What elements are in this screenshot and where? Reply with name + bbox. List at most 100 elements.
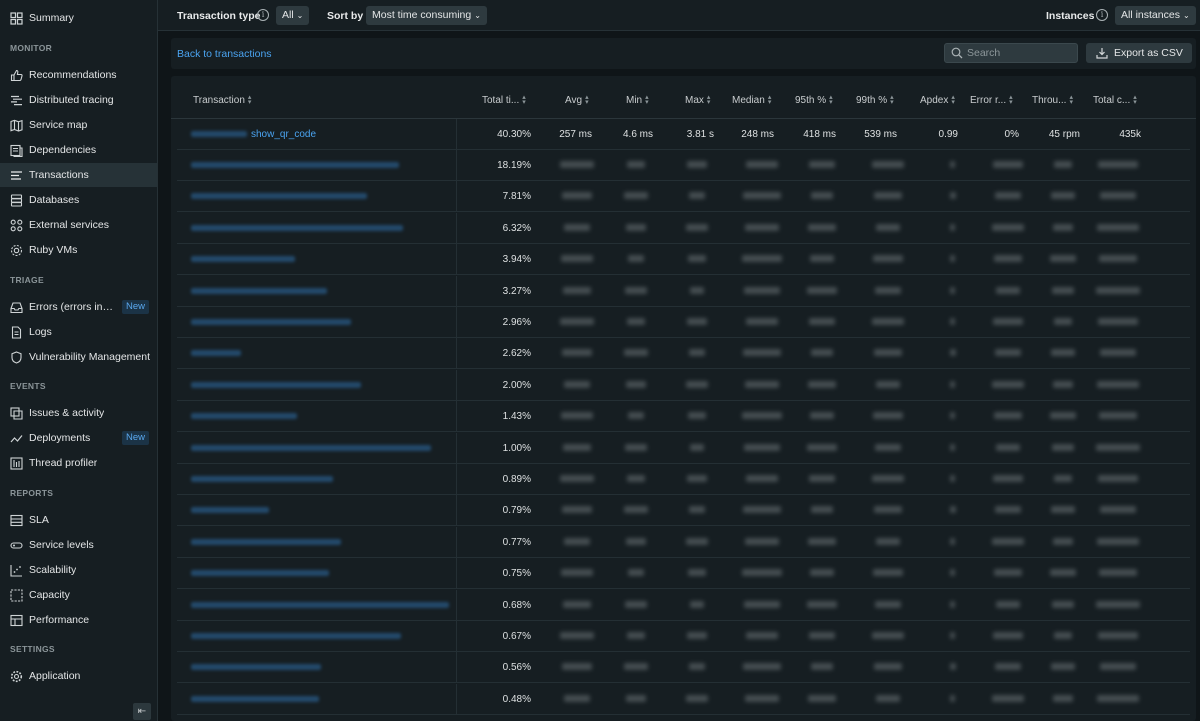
redacted-transaction-link[interactable] <box>191 350 241 357</box>
column-header-avg[interactable]: Avg ▴ ▾ <box>565 94 589 106</box>
column-header-min[interactable]: Min ▴ ▾ <box>626 94 649 106</box>
sidebar-item-service-map[interactable]: Service map <box>0 113 157 137</box>
export-csv-button[interactable]: Export as CSV <box>1086 43 1192 63</box>
redacted-transaction-link[interactable] <box>191 507 269 514</box>
table-row[interactable]: 2.96% <box>177 307 1190 338</box>
table-row[interactable]: 0.67% <box>177 621 1190 652</box>
redacted-transaction-link[interactable] <box>191 695 319 702</box>
table-row[interactable]: 3.94% <box>177 244 1190 276</box>
table-row[interactable]: 0.77% <box>177 526 1190 558</box>
redacted-value <box>687 318 707 325</box>
sidebar-item-thread-profiler[interactable]: Thread profiler <box>0 451 157 475</box>
info-icon[interactable]: i <box>257 9 269 21</box>
total-time-cell: 3.27% <box>502 285 531 297</box>
redacted-transaction-link[interactable] <box>191 319 351 325</box>
column-header-total-calls[interactable]: Total c... ▴ ▾ <box>1093 94 1137 106</box>
sidebar-item-service-levels[interactable]: Service levels <box>0 533 157 557</box>
sidebar-item-transactions[interactable]: Transactions <box>0 163 157 187</box>
table-row[interactable]: 7.81% <box>177 181 1190 213</box>
redacted-transaction-link[interactable] <box>191 162 399 168</box>
sidebar-item-application[interactable]: Application <box>0 664 157 688</box>
redacted-transaction-link[interactable] <box>191 224 403 231</box>
sort-icon: ▴ ▾ <box>247 94 252 107</box>
table-row[interactable]: 18.19% <box>177 150 1190 181</box>
sidebar-item-scalability[interactable]: Scalability <box>0 558 157 582</box>
table-row[interactable]: show_qr_code 40.30% 257 ms 4.6 ms 3.81 s… <box>177 119 1190 150</box>
redacted-transaction-link[interactable] <box>191 601 449 608</box>
sidebar-item-recommendations[interactable]: Recommendations <box>0 63 157 87</box>
transaction-type-dropdown[interactable]: All ⌄ <box>276 6 310 25</box>
column-header-95th[interactable]: 95th % ▴ ▾ <box>795 94 833 106</box>
redacted-transaction-link[interactable] <box>191 570 329 577</box>
info-icon[interactable]: i <box>1096 9 1108 21</box>
redacted-value <box>1050 255 1076 263</box>
sidebar-item-deployments[interactable]: Deployments New <box>0 426 157 450</box>
redacted-value <box>995 349 1021 357</box>
sidebar-item-sla[interactable]: SLA <box>0 508 157 532</box>
sidebar-item-dependencies[interactable]: Dependencies <box>0 138 157 162</box>
table-row[interactable]: 3.27% <box>177 275 1190 307</box>
search-input[interactable] <box>944 43 1078 63</box>
sidebar-item-databases[interactable]: Databases <box>0 188 157 212</box>
column-header-total-time[interactable]: Total ti... ▴ ▾ <box>482 94 526 106</box>
transaction-name-link[interactable]: show_qr_code <box>251 129 316 140</box>
table-row[interactable]: 2.00% <box>177 369 1190 401</box>
download-icon <box>1096 48 1108 59</box>
redacted-value <box>808 223 836 231</box>
table-row[interactable]: 0.75% <box>177 558 1190 590</box>
redacted-value <box>996 600 1020 608</box>
redacted-value <box>993 475 1023 482</box>
sidebar-item-vulnerability-management[interactable]: Vulnerability Management <box>0 345 157 369</box>
redacted-value <box>690 286 704 294</box>
column-header-median[interactable]: Median ▴ ▾ <box>732 94 771 106</box>
redacted-transaction-link[interactable] <box>191 193 367 200</box>
sidebar-item-ruby-vms[interactable]: Ruby VMs <box>0 238 157 262</box>
instances-dropdown[interactable]: All instances ⌄ <box>1115 6 1196 25</box>
sidebar-item-external-services[interactable]: External services <box>0 213 157 237</box>
redacted-value <box>688 412 706 420</box>
redacted-value <box>1053 694 1073 702</box>
table-row[interactable]: 6.32% <box>177 212 1190 244</box>
column-header-apdex[interactable]: Apdex ▴ ▾ <box>920 94 955 106</box>
column-header-error-rate[interactable]: Error r... ▴ ▾ <box>970 94 1013 106</box>
table-row[interactable]: 0.79% <box>177 495 1190 527</box>
table-row[interactable]: 0.56% <box>177 652 1190 684</box>
table-row[interactable]: 0.48% <box>177 683 1190 715</box>
redacted-value <box>809 318 835 325</box>
redacted-value <box>873 412 903 420</box>
redacted-transaction-link[interactable] <box>191 538 341 545</box>
sidebar-item-logs[interactable]: Logs <box>0 320 157 344</box>
redacted-value <box>811 192 833 200</box>
redacted-value <box>995 192 1021 200</box>
capacity-icon <box>10 588 23 602</box>
redacted-value <box>744 286 780 294</box>
redacted-transaction-link[interactable] <box>191 664 321 671</box>
redacted-transaction-link[interactable] <box>191 633 401 639</box>
column-header-max[interactable]: Max ▴ ▾ <box>685 94 710 106</box>
redacted-value <box>628 412 644 420</box>
redacted-transaction-link[interactable] <box>191 287 327 294</box>
sidebar-item-performance[interactable]: Performance <box>0 608 157 632</box>
collapse-sidebar-button[interactable]: ⇤ <box>133 703 151 720</box>
redacted-transaction-link[interactable] <box>191 256 295 263</box>
column-header-transaction[interactable]: Transaction ▴ ▾ <box>193 94 252 107</box>
sidebar-item-summary[interactable]: Summary <box>0 6 157 30</box>
table-row[interactable]: 0.89% <box>177 464 1190 495</box>
column-header-throughput[interactable]: Throu... ▴ ▾ <box>1032 94 1073 106</box>
sort-by-dropdown[interactable]: Most time consuming ⌄ <box>366 6 487 25</box>
table-row[interactable]: 2.62% <box>177 338 1190 370</box>
table-row[interactable]: 1.43% <box>177 401 1190 433</box>
back-to-transactions-link[interactable]: Back to transactions <box>177 48 272 60</box>
table-row[interactable]: 1.00% <box>177 432 1190 464</box>
redacted-transaction-link[interactable] <box>191 381 361 388</box>
column-header-99th[interactable]: 99th % ▴ ▾ <box>856 94 894 106</box>
redacted-value <box>561 412 593 420</box>
redacted-transaction-link[interactable] <box>191 413 297 420</box>
redacted-transaction-link[interactable] <box>191 444 431 451</box>
sidebar-item-issues-activity[interactable]: Issues & activity <box>0 401 157 425</box>
sidebar-item-errors-inbox[interactable]: Errors (errors inbox) New <box>0 295 157 319</box>
sidebar-item-capacity[interactable]: Capacity <box>0 583 157 607</box>
sidebar-item-distributed-tracing[interactable]: Distributed tracing <box>0 88 157 112</box>
redacted-transaction-link[interactable] <box>191 476 333 482</box>
table-row[interactable]: 0.68% <box>177 589 1190 621</box>
